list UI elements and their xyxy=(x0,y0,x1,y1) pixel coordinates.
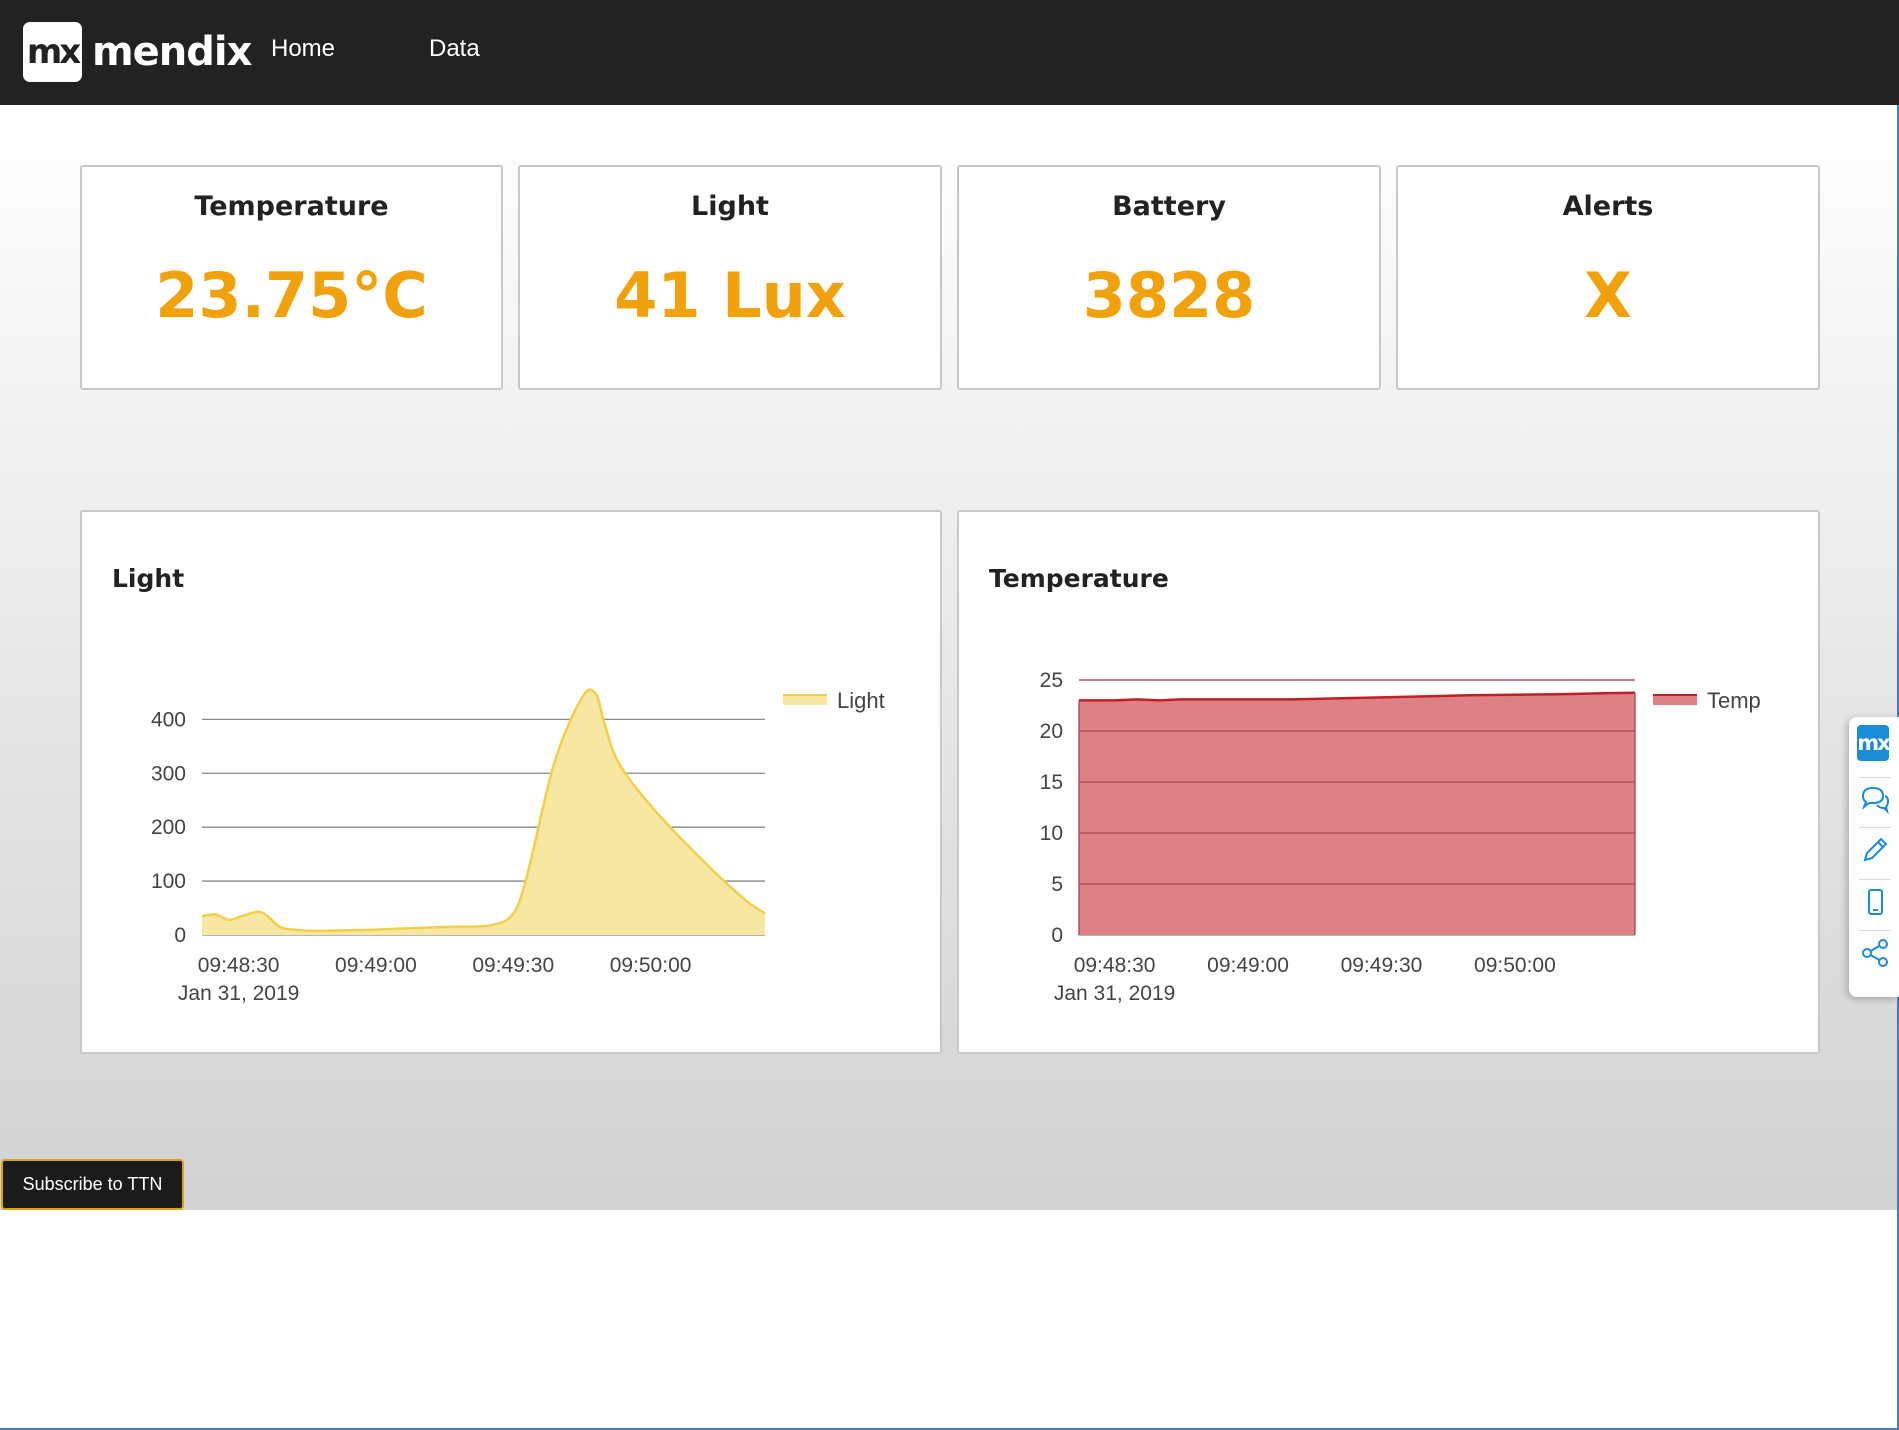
toolbar-divider xyxy=(1859,930,1891,931)
x-tick-label: 09:49:00 xyxy=(335,954,417,977)
pencil-icon[interactable] xyxy=(1859,834,1891,866)
x-tick-label: 09:49:00 xyxy=(1207,954,1289,977)
light-chart: 0 100 200 300 400 09:48:30 09:49:00 09:49:30 09:… xyxy=(151,688,885,1005)
y-tick-label: 25 xyxy=(1040,669,1063,692)
top-navigation-bar: mx mendix Home Data xyxy=(0,0,1899,105)
stat-title: Temperature xyxy=(194,191,389,222)
legend-label: Light xyxy=(837,688,885,713)
stat-title: Alerts xyxy=(1562,191,1654,222)
toolbar-divider xyxy=(1859,827,1891,828)
subscribe-ttn-button[interactable]: Subscribe to TTN xyxy=(1,1159,184,1210)
stat-card-light: Light 41 Lux xyxy=(518,165,942,390)
light-chart-card: Light 0 100 200 300 400 09:48:30 09:49:00 09:49… xyxy=(80,510,942,1054)
logo-text: mendix xyxy=(92,29,252,75)
y-tick-label: 0 xyxy=(1051,924,1063,947)
stat-title: Battery xyxy=(1112,191,1226,222)
y-tick-label: 10 xyxy=(1040,822,1063,845)
x-tick-label: 09:48:30 xyxy=(1074,954,1156,977)
stat-card-alerts: Alerts X xyxy=(1396,165,1820,390)
mendix-logo[interactable]: mx mendix xyxy=(23,22,252,82)
temperature-chart-card: Temperature 0 5 10 15 20 25 09:48:30 09:49:00 09… xyxy=(957,510,1820,1054)
mobile-icon[interactable] xyxy=(1859,886,1891,918)
chat-icon[interactable] xyxy=(1859,783,1891,815)
y-tick-label: 300 xyxy=(151,762,186,785)
mendix-badge-button[interactable]: mx xyxy=(1857,725,1891,761)
mendix-side-toolbar: mx xyxy=(1849,717,1899,997)
y-tick-label: 400 xyxy=(151,708,186,731)
y-tick-label: 15 xyxy=(1040,771,1063,794)
y-tick-label: 200 xyxy=(151,816,186,839)
x-tick-label: 09:50:00 xyxy=(610,954,692,977)
x-date-label: Jan 31, 2019 xyxy=(1054,982,1175,1005)
legend-swatch xyxy=(783,695,827,705)
stat-card-temperature: Temperature 23.75°C xyxy=(80,165,503,390)
y-tick-label: 0 xyxy=(174,924,186,947)
logo-mark: mx xyxy=(23,22,82,82)
stat-value: 41 Lux xyxy=(614,259,846,332)
toolbar-divider xyxy=(1859,879,1891,880)
stat-value: 3828 xyxy=(1082,259,1256,332)
temperature-chart: 0 5 10 15 20 25 09:48:30 09:49:00 09:49:30 09:50:… xyxy=(1040,669,1761,1005)
mx-badge: mx xyxy=(1857,725,1891,761)
series-area xyxy=(1079,692,1635,935)
stat-value: X xyxy=(1584,259,1632,332)
y-tick-label: 20 xyxy=(1040,720,1063,743)
stat-value: 23.75°C xyxy=(155,259,428,332)
legend-swatch xyxy=(1653,695,1697,705)
y-tick-label: 5 xyxy=(1051,873,1063,896)
y-tick-label: 100 xyxy=(151,870,186,893)
nav-data[interactable]: Data xyxy=(429,35,480,63)
x-date-label: Jan 31, 2019 xyxy=(178,982,299,1005)
x-tick-label: 09:49:30 xyxy=(472,954,554,977)
series-area xyxy=(202,689,765,935)
x-tick-label: 09:48:30 xyxy=(198,954,280,977)
x-tick-label: 09:50:00 xyxy=(1474,954,1556,977)
stat-title: Light xyxy=(691,191,769,222)
legend-label: Temp xyxy=(1707,688,1761,713)
x-tick-label: 09:49:30 xyxy=(1341,954,1423,977)
share-icon[interactable] xyxy=(1859,937,1891,969)
stat-card-battery: Battery 3828 xyxy=(957,165,1381,390)
nav-home[interactable]: Home xyxy=(271,35,335,63)
toolbar-divider xyxy=(1859,777,1891,778)
